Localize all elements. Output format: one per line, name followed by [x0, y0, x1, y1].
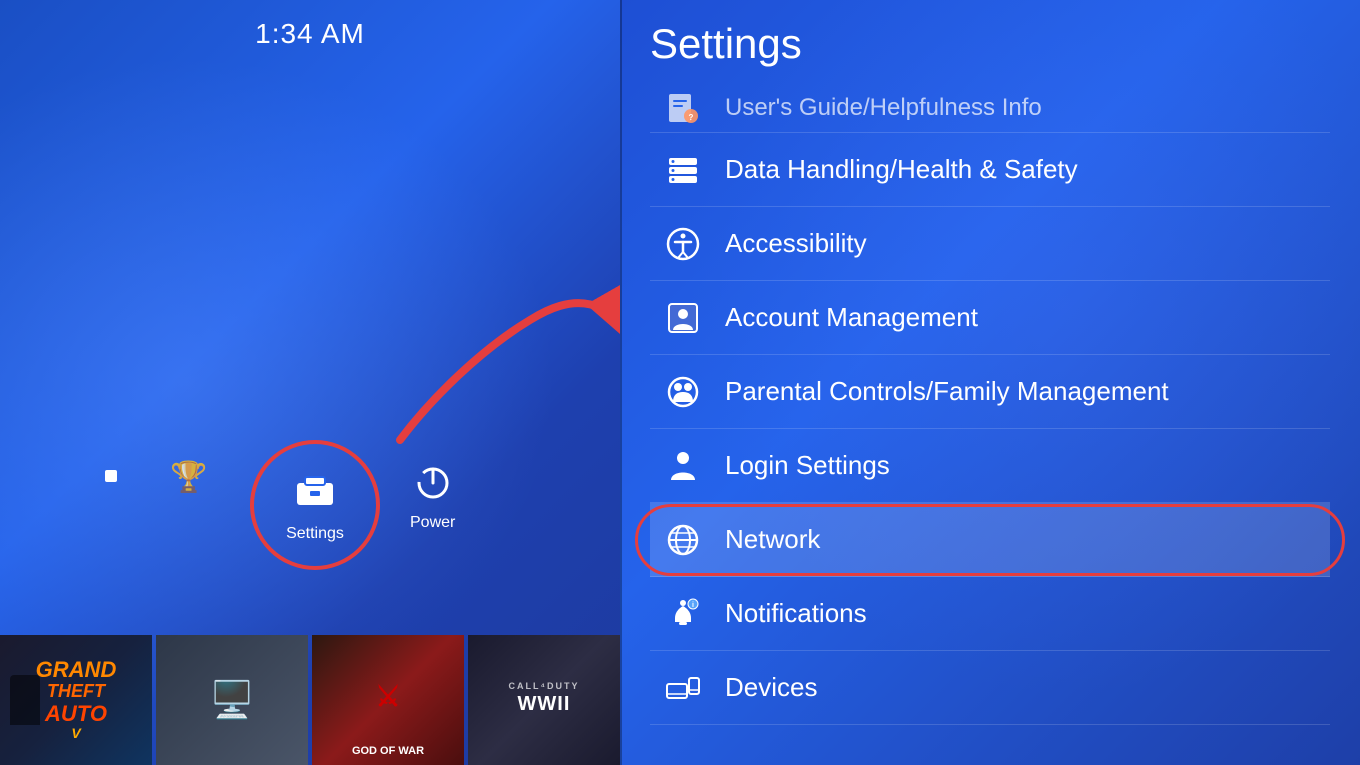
users-guide-label: User's Guide/Helpfulness Info [725, 94, 1042, 122]
right-panel: Settings ? User's Guide/Helpfulness Info [620, 0, 1360, 765]
settings-icon-group[interactable]: Settings [286, 467, 344, 543]
menu-item-account-management[interactable]: Account Management [650, 281, 1330, 355]
menu-item-devices[interactable]: Devices [650, 651, 1330, 725]
network-label: Network [725, 524, 820, 555]
svg-text:?: ? [688, 113, 693, 122]
notifications-label: Notifications [725, 598, 867, 629]
menu-item-network[interactable]: Network [650, 503, 1330, 577]
network-icon [660, 517, 705, 562]
menu-item-notifications[interactable]: i Notifications [650, 577, 1330, 651]
game-thumbnails: GRAND THEFT AUTO V 🖥️ ⚔ GOD OF WAR CALL⁴… [0, 635, 620, 765]
game-thumb-tv[interactable]: 🖥️ [156, 635, 308, 765]
account-management-icon [660, 295, 705, 340]
settings-title: Settings [650, 20, 1330, 68]
svg-text:i: i [692, 602, 694, 609]
toolbox-icon [293, 467, 337, 521]
account-management-label: Account Management [725, 302, 978, 333]
data-handling-label: Data Handling/Health & Safety [725, 154, 1078, 185]
settings-circle-highlight: Settings [250, 440, 380, 570]
menu-item-accessibility[interactable]: Accessibility [650, 207, 1330, 281]
tv-icon: 🖥️ [210, 679, 255, 721]
game-thumb-cod[interactable]: CALL⁴DUTY WWII [468, 635, 620, 765]
settings-label: Settings [286, 525, 344, 543]
accessibility-label: Accessibility [725, 228, 867, 259]
cod-art: CALL⁴DUTY WWII [509, 681, 580, 716]
devices-label: Devices [725, 672, 817, 703]
game-thumb-gta[interactable]: GRAND THEFT AUTO V [0, 635, 152, 765]
trophy-icon: 🏆 [170, 460, 207, 495]
power-label: Power [410, 514, 455, 532]
accessibility-icon [660, 221, 705, 266]
power-icon [415, 465, 451, 510]
menu-item-login-settings[interactable]: Login Settings [650, 429, 1330, 503]
guide-icon: ? [660, 85, 705, 130]
parental-controls-label: Parental Controls/Family Management [725, 376, 1169, 407]
red-arrow [280, 200, 620, 480]
menu-item-parental-controls[interactable]: Parental Controls/Family Management [650, 355, 1330, 429]
settings-menu-list: ? User's Guide/Helpfulness Info Data Han… [650, 83, 1330, 725]
gta-art: GRAND THEFT AUTO V [36, 658, 117, 742]
data-handling-icon [660, 147, 705, 192]
devices-icon [660, 665, 705, 710]
gow-label: GOD OF WAR [352, 745, 424, 757]
notifications-icon: i [660, 591, 705, 636]
login-settings-label: Login Settings [725, 450, 890, 481]
left-panel: 1:34 AM 🏆 Settings Power [0, 0, 620, 765]
game-thumb-gow[interactable]: ⚔ GOD OF WAR [312, 635, 464, 765]
menu-item-users-guide[interactable]: ? User's Guide/Helpfulness Info [650, 83, 1330, 133]
parental-controls-icon [660, 369, 705, 414]
time-display: 1:34 AM [255, 18, 365, 50]
panel-divider [620, 0, 622, 765]
notification-dot [105, 470, 117, 482]
menu-item-data-handling[interactable]: Data Handling/Health & Safety [650, 133, 1330, 207]
login-settings-icon [660, 443, 705, 488]
power-button-area[interactable]: Power [410, 465, 455, 532]
